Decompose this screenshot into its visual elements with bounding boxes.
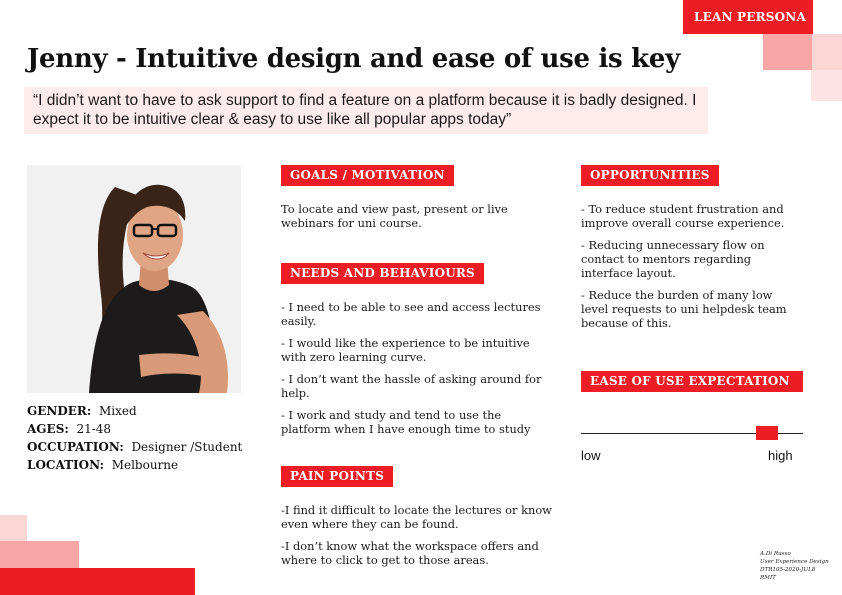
credit-line: A.Di Russo	[760, 551, 791, 557]
decor-block-bottom-left-3	[0, 568, 195, 595]
page-title: Jenny - Intuitive design and ease of use…	[27, 44, 680, 74]
profile-ages: AGES: 21-48	[27, 420, 111, 438]
profile-location: LOCATION: Melbourne	[27, 456, 178, 474]
needs-item: - I would like the experience to be intu…	[281, 336, 530, 364]
decor-block-bottom-left-1	[0, 515, 27, 541]
opportunity-item: - Reducing unnecessary flow on contact t…	[581, 238, 765, 280]
location-label: LOCATION:	[27, 458, 105, 472]
ease-low-label: low	[581, 448, 601, 463]
goals-heading: GOALS / MOTIVATION	[281, 165, 454, 186]
needs-item: - I work and study and tend to use the p…	[281, 408, 531, 436]
opportunity-item: - To reduce student frustration and impr…	[581, 202, 785, 230]
decor-block-top-right-2	[812, 34, 842, 70]
decor-block-top-right-1	[763, 34, 813, 70]
gender-value: Mixed	[98, 404, 137, 418]
ages-label: AGES:	[27, 422, 69, 436]
credit-line: RMIT	[760, 575, 776, 581]
needs-list: - I need to be able to see and access le…	[281, 300, 553, 444]
pain-item: -I find it difficult to locate the lectu…	[281, 503, 552, 531]
credit-line: DTR105-2020-JUL8	[760, 567, 816, 573]
needs-item: - I need to be able to see and access le…	[281, 300, 541, 328]
decor-block-bottom-left-2	[0, 541, 79, 568]
profile-occupation: OCCUPATION: Designer /Student	[27, 438, 242, 456]
occupation-value: Designer /Student	[131, 440, 243, 454]
pain-points-heading: PAIN POINTS	[281, 466, 394, 487]
needs-item: - I don’t want the hassle of asking arou…	[281, 372, 542, 400]
occupation-label: OCCUPATION:	[27, 440, 124, 454]
pain-item: -I don’t know what the workspace offers …	[281, 539, 539, 567]
persona-quote: “I didn’t want to have to ask support to…	[33, 92, 697, 128]
decor-block-top-right-3	[811, 70, 842, 101]
ease-of-use-heading: EASE OF USE EXPECTATION	[581, 371, 803, 392]
opportunity-item: - Reduce the burden of many low level re…	[581, 288, 787, 330]
ease-high-label: high	[768, 448, 793, 463]
gender-label: GENDER:	[27, 404, 92, 418]
opportunities-list: - To reduce student frustration and impr…	[581, 202, 803, 338]
needs-heading: NEEDS AND BEHAVIOURS	[281, 263, 484, 284]
location-value: Melbourne	[111, 458, 179, 472]
profile-gender: GENDER: Mixed	[27, 402, 137, 420]
ages-value: 21-48	[76, 422, 112, 436]
ease-scale-marker	[756, 426, 778, 440]
author-credit: A.Di Russo User Experience Design DTR105…	[760, 550, 829, 582]
persona-photo	[27, 165, 241, 393]
goals-text: To locate and view past, present or live…	[281, 202, 551, 238]
lean-persona-badge: LEAN PERSONA	[683, 0, 813, 34]
opportunities-heading: OPPORTUNITIES	[581, 165, 719, 186]
pain-points-list: -I find it difficult to locate the lectu…	[281, 503, 553, 575]
credit-line: User Experience Design	[760, 559, 829, 565]
goals-item: To locate and view past, present or live…	[281, 202, 508, 230]
